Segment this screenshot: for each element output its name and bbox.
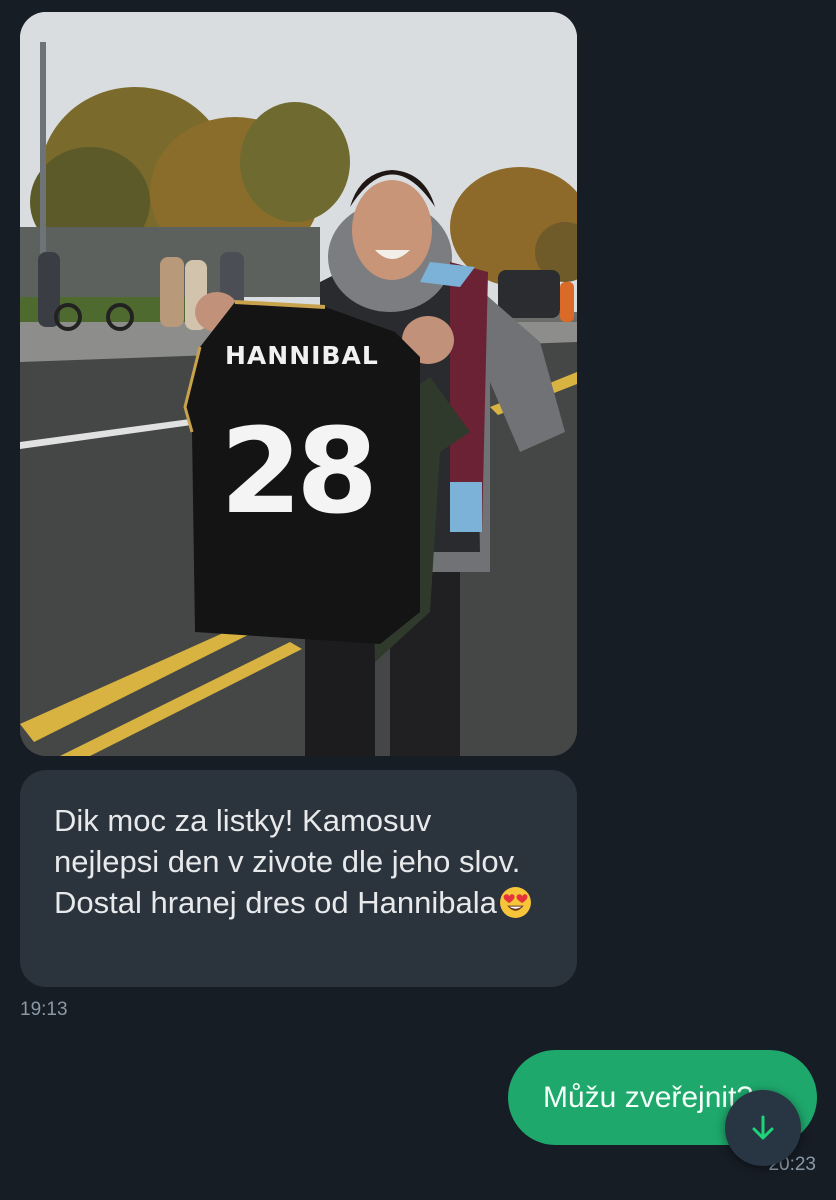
scroll-to-bottom-button[interactable] [725,1090,801,1166]
photo-message[interactable]: HANNIBAL 28 [20,12,577,756]
heart-eyes-emoji-icon [499,886,532,929]
incoming-message-time: 19:13 [20,999,68,1020]
incoming-message-text: Dik moc za listky! Kamosuv nejlepsi den … [54,800,543,929]
jersey-name: HANNIBAL [225,341,379,370]
photo-image: HANNIBAL 28 [20,12,577,756]
incoming-message-bubble[interactable]: Dik moc za listky! Kamosuv nejlepsi den … [20,770,577,987]
incoming-message-body: Dik moc za listky! Kamosuv nejlepsi den … [54,803,521,920]
jersey-number: 28 [220,402,372,540]
jersey: HANNIBAL 28 [183,300,420,644]
arrow-down-icon [752,1115,774,1140]
